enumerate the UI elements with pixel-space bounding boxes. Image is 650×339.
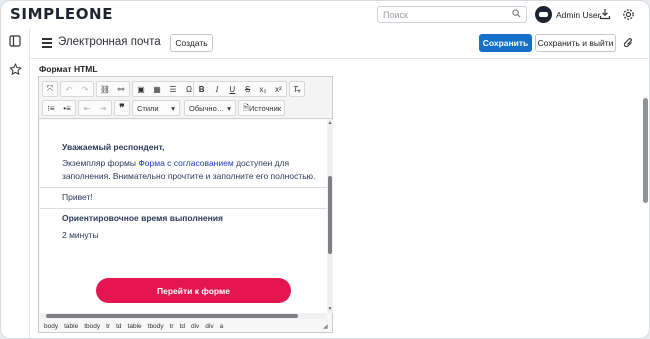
element-path-item[interactable]: tbody — [148, 323, 164, 330]
favorites-star-icon[interactable] — [8, 62, 22, 76]
resize-handle-icon[interactable]: ◢ — [323, 323, 328, 330]
save-button[interactable]: Сохранить — [479, 34, 532, 52]
logo[interactable]: SIMPLEONE — [10, 5, 113, 23]
element-path-item[interactable]: a — [220, 323, 224, 330]
field-label: Формат HTML — [39, 64, 98, 74]
form-link[interactable]: Форма с согласованием — [138, 158, 233, 168]
bulleted-list-icon[interactable]: •≡ — [60, 101, 74, 115]
attachment-icon[interactable] — [621, 36, 635, 50]
divider — [40, 187, 327, 188]
element-path-item[interactable]: table — [128, 323, 142, 330]
clear-format-icon[interactable]: T̶ₓ — [291, 82, 303, 96]
time-title: Ориентировочное время выполнения — [62, 213, 223, 223]
horizontal-line-icon[interactable]: ☰ — [166, 82, 180, 96]
gear-icon[interactable] — [621, 7, 635, 21]
element-path-item[interactable]: body — [44, 323, 58, 330]
download-icon[interactable] — [598, 7, 612, 21]
editor-horizontal-scrollbar[interactable] — [40, 313, 327, 319]
blockquote-icon[interactable]: ❞ — [116, 101, 128, 115]
scroll-down-icon[interactable]: ▼ — [327, 306, 333, 312]
horizontal-scroll-thumb[interactable] — [46, 314, 298, 318]
element-path-item[interactable]: td — [180, 323, 185, 330]
html-editor: ⤧ ↶ ↷ ⛓ ⚯ ▣ ▦ ☰ Ω B I U S x₂ x² T̶ₓ ⁝≡ •… — [38, 76, 333, 333]
strikethrough-icon[interactable]: S — [241, 82, 254, 96]
source-button[interactable]: 🗎 Источник — [238, 100, 285, 116]
italic-icon[interactable]: I — [210, 82, 223, 96]
chevron-down-icon: ▾ — [171, 103, 175, 113]
image-icon[interactable]: ▣ — [134, 82, 148, 96]
styles-select-label: Стили — [137, 103, 159, 113]
format-select[interactable]: Обычно… ▾ — [184, 100, 236, 116]
avatar[interactable] — [535, 6, 552, 23]
user-name[interactable]: Admin User — [556, 10, 600, 20]
unlink-icon[interactable]: ⚯ — [114, 82, 128, 96]
element-path-item[interactable]: td — [116, 323, 121, 330]
sidebar-toggle-icon[interactable] — [8, 34, 22, 48]
redo-icon[interactable]: ↷ — [78, 82, 92, 96]
element-path-item[interactable]: tbody — [84, 323, 100, 330]
message-line-1: Экземпляр формы Форма с согласованием до… — [62, 158, 290, 168]
source-button-label: Источник — [249, 103, 282, 113]
scroll-up-icon[interactable]: ▲ — [327, 120, 333, 126]
editor-toolbar: ⤧ ↶ ↷ ⛓ ⚯ ▣ ▦ ☰ Ω B I U S x₂ x² T̶ₓ ⁝≡ •… — [39, 77, 332, 119]
element-path-item[interactable]: div — [205, 323, 213, 330]
element-path-item[interactable]: table — [64, 323, 78, 330]
numbered-list-icon[interactable]: ⁝≡ — [44, 101, 58, 115]
undo-icon[interactable]: ↶ — [62, 82, 76, 96]
editor-content[interactable]: Уважаемый респондент, Экземпляр формы Фо… — [40, 120, 327, 313]
go-to-form-button[interactable]: Перейти к форме — [96, 278, 291, 303]
page-scrollbar[interactable] — [643, 98, 648, 203]
link-icon[interactable]: ⛓ — [98, 82, 112, 96]
time-value: 2 минуты — [62, 230, 99, 240]
create-button[interactable]: Создать — [170, 34, 213, 52]
top-bar: SIMPLEONE Admin User — [1, 1, 649, 28]
styles-select[interactable]: Стили ▾ — [132, 100, 180, 116]
chevron-down-icon: ▾ — [227, 103, 231, 113]
outdent-icon[interactable]: ⇤ — [80, 101, 94, 115]
editor-vertical-scrollbar[interactable]: ▲ ▼ — [327, 120, 333, 313]
greeting-text: Уважаемый респондент, — [62, 142, 165, 152]
save-and-exit-button[interactable]: Сохранить и выйти — [535, 34, 616, 52]
element-path: body table tbody tr td table tbody tr td div div a — [39, 320, 332, 332]
format-select-label: Обычно… — [189, 103, 225, 113]
indent-icon[interactable]: ⇥ — [96, 101, 110, 115]
page-title: Электронная почта — [58, 36, 161, 48]
element-path-item[interactable]: tr — [106, 323, 110, 330]
divider — [40, 208, 327, 209]
maximize-icon[interactable]: ⤧ — [44, 82, 56, 96]
hello-text: Привет! — [62, 192, 93, 202]
global-search[interactable] — [377, 6, 527, 23]
app-window: SIMPLEONE Admin User Электронная почта С… — [0, 0, 650, 339]
search-input[interactable] — [383, 9, 503, 20]
subscript-icon[interactable]: x₂ — [256, 82, 269, 96]
bold-icon[interactable]: B — [195, 82, 208, 96]
element-path-item[interactable]: div — [191, 323, 199, 330]
left-rail — [1, 28, 30, 338]
underline-icon[interactable]: U — [226, 82, 239, 96]
search-icon[interactable] — [512, 9, 521, 20]
superscript-icon[interactable]: x² — [272, 82, 285, 96]
table-icon[interactable]: ▦ — [150, 82, 164, 96]
vertical-scroll-thumb[interactable] — [328, 176, 332, 254]
message-line-2: заполнения. Внимательно прочтите и запол… — [62, 171, 316, 181]
menu-icon[interactable] — [42, 38, 52, 48]
element-path-item[interactable]: tr — [170, 323, 174, 330]
